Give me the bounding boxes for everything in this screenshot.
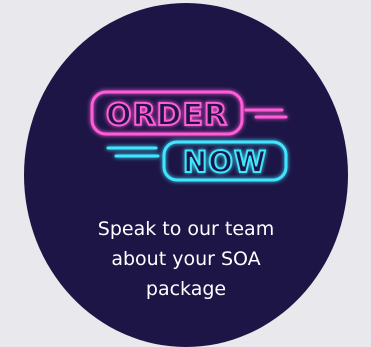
order-now-neon-sign-icon: ORDER NOW [86, 84, 302, 196]
caption-line: about your SOA [111, 248, 261, 270]
order-now-promo-card[interactable]: ORDER NOW Speak to our team about your S… [24, 3, 348, 347]
neon-now-text: NOW [183, 145, 267, 179]
promo-caption: Speak to our team about your SOA package [24, 214, 348, 304]
neon-order-text: ORDER [106, 98, 228, 133]
caption-line: package [145, 278, 227, 300]
caption-line: Speak to our team [97, 218, 275, 240]
